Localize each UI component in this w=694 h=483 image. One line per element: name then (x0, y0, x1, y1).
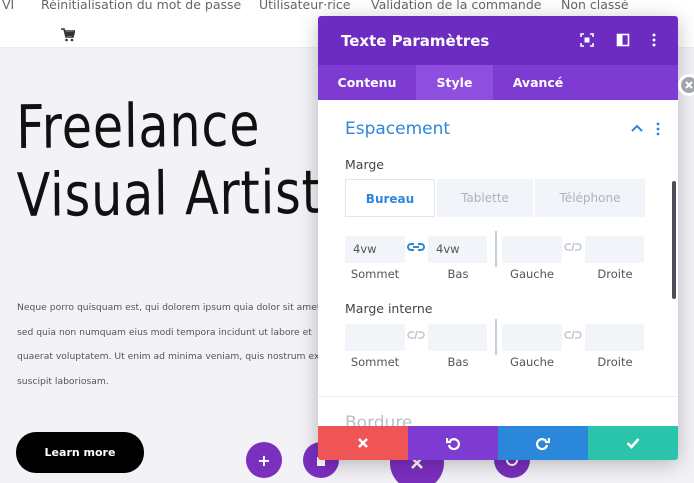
device-tab-desktop[interactable]: Bureau (345, 179, 435, 217)
padding-top-label: Sommet (350, 355, 400, 369)
hero-title-line-1: Freelance (15, 90, 261, 163)
checkmark-icon (626, 438, 640, 449)
section-divider (318, 396, 678, 397)
close-panel-side-icon[interactable] (676, 72, 694, 98)
save-button[interactable] (588, 426, 678, 460)
padding-left-label: Gauche (510, 355, 554, 369)
chevron-up-icon[interactable] (630, 123, 644, 133)
panel-header: Texte Paramètres (318, 16, 678, 65)
panel-scrollbar[interactable] (672, 181, 676, 299)
action-bar (318, 426, 678, 460)
settings-panel: Texte Paramètres Contenu Style Avancé Es… (318, 16, 678, 460)
link-linked-icon[interactable] (407, 241, 425, 253)
undo-icon (446, 438, 460, 450)
margin-right-input[interactable] (585, 236, 644, 263)
padding-bottom-input[interactable] (428, 324, 487, 351)
tab-style[interactable]: Style (416, 65, 493, 100)
fullscreen-icon[interactable] (580, 33, 594, 47)
padding-right-input[interactable] (585, 324, 644, 351)
add-module-button[interactable]: + (246, 442, 282, 478)
split-view-icon[interactable] (616, 33, 630, 47)
nav-item-uncategorized[interactable]: Non classé (561, 0, 629, 12)
shopping-cart-icon[interactable] (61, 28, 75, 42)
margin-separator (495, 231, 497, 267)
padding-right-label: Droite (597, 355, 633, 369)
link-unlinked-icon[interactable] (407, 329, 425, 341)
tab-advanced[interactable]: Avancé (493, 65, 583, 100)
margin-right-label: Droite (597, 267, 633, 281)
padding-left-input[interactable] (502, 324, 562, 351)
padding-top-input[interactable] (345, 324, 405, 351)
cancel-button[interactable] (318, 426, 408, 460)
section-title-spacing[interactable]: Espacement (345, 119, 450, 139)
padding-separator (495, 319, 497, 355)
margin-bottom-label: Bas (447, 267, 469, 281)
hero-title: Freelance Visual Artist (15, 90, 322, 231)
panel-title: Texte Paramètres (341, 32, 490, 50)
nav-item-checkout[interactable]: Validation de la commande (371, 0, 541, 12)
learn-more-button[interactable]: Learn more (16, 432, 144, 473)
margin-label: Marge (345, 157, 384, 172)
redo-icon (536, 438, 550, 450)
device-tab-tablet[interactable]: Tablette (437, 179, 533, 217)
panel-tabs: Contenu Style Avancé (318, 65, 678, 100)
margin-left-input[interactable] (502, 236, 562, 263)
padding-bottom-label: Bas (447, 355, 469, 369)
margin-top-label: Sommet (350, 267, 400, 281)
margin-bottom-input[interactable]: 4vw (428, 236, 487, 263)
undo-button[interactable] (408, 426, 498, 460)
tab-content[interactable]: Contenu (318, 65, 416, 100)
device-tabs: Bureau Tablette Téléphone (345, 179, 645, 217)
device-tab-phone[interactable]: Téléphone (535, 179, 645, 217)
margin-top-input[interactable]: 4vw (345, 236, 405, 263)
margin-left-label: Gauche (510, 267, 554, 281)
hero-paragraph: Neque porro quisquam est, qui dolorem ip… (17, 302, 321, 387)
close-icon (358, 438, 368, 448)
nav-item-password-reset[interactable]: Réinitialisation du mot de passe (41, 0, 241, 12)
nav-item-vi[interactable]: VI (2, 0, 14, 12)
more-options-icon[interactable] (647, 33, 661, 47)
nav-item-user[interactable]: Utilisateur·rice (259, 0, 350, 12)
hero-title-line-2: Visual Artist (16, 157, 322, 231)
section-options-icon[interactable] (656, 122, 660, 136)
plus-icon: + (257, 450, 271, 470)
link-unlinked-icon[interactable] (564, 329, 582, 341)
padding-label: Marge interne (345, 301, 433, 316)
redo-button[interactable] (498, 426, 588, 460)
link-unlinked-icon[interactable] (564, 241, 582, 253)
